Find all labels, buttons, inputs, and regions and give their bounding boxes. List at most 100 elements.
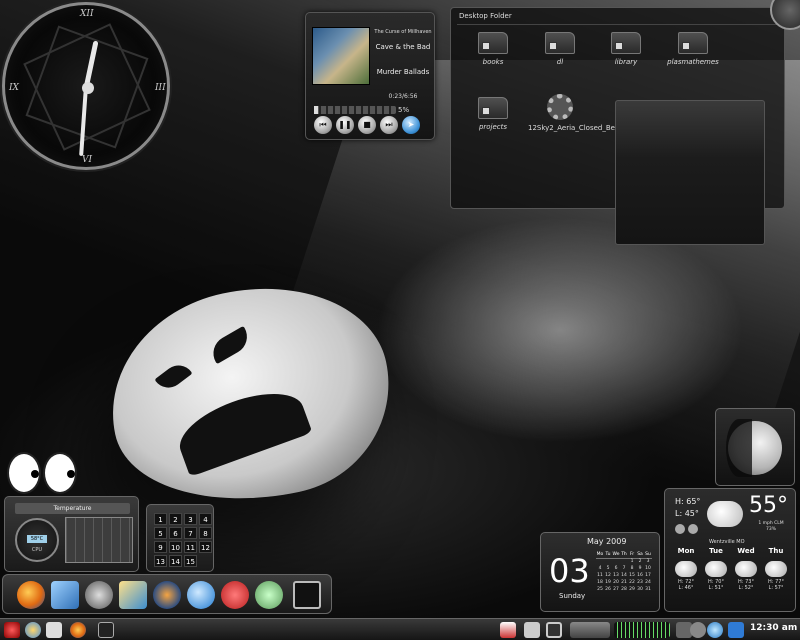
moon-icon (726, 419, 782, 477)
pager-desktop[interactable]: 11 (184, 541, 197, 553)
pager-desktop[interactable]: 5 (154, 527, 167, 539)
calendar-header: Su (644, 551, 652, 559)
partly-cloudy-icon (735, 557, 757, 577)
calendar-date[interactable]: 3 (644, 558, 652, 565)
pager-desktop[interactable]: 7 (184, 527, 197, 539)
mail-icon[interactable] (51, 581, 79, 609)
open-icon[interactable]: ➤ (402, 116, 420, 134)
inkscape-icon[interactable] (85, 581, 113, 609)
calendar-date[interactable]: 6 (612, 565, 620, 572)
pause-icon[interactable]: ❚❚ (336, 116, 354, 134)
pager-desktop[interactable]: 9 (154, 541, 167, 553)
calendar-date[interactable]: 5 (604, 565, 612, 572)
terminal-icon[interactable] (293, 581, 321, 609)
folder-item-label: plasmathemes (667, 58, 719, 66)
gimp-hand-icon[interactable] (255, 581, 283, 609)
kde-menu-icon[interactable] (4, 622, 20, 638)
folder-item-library[interactable]: library (594, 32, 658, 66)
calendar-date[interactable] (612, 558, 620, 565)
home-icon[interactable] (46, 622, 62, 638)
calendar-date[interactable]: 31 (644, 586, 652, 593)
calendar-date[interactable]: 25 (596, 586, 604, 593)
wind-info: 1 mph CLM 73% (751, 521, 791, 533)
calendar-date[interactable]: 12 (604, 572, 612, 579)
folder-title: Desktop Folder (459, 12, 512, 20)
firefox-icon[interactable] (17, 581, 45, 609)
calendar-date[interactable] (596, 558, 604, 565)
taskbar-clock[interactable]: 12:30 am (750, 623, 797, 633)
calendar-date[interactable]: 2 (636, 558, 644, 565)
monitor-icon[interactable] (546, 622, 562, 638)
calendar-date[interactable]: 16 (636, 572, 644, 579)
folder-item-books[interactable]: books (461, 32, 525, 66)
pager-desktop[interactable]: 13 (154, 555, 167, 567)
calendar-date[interactable]: 18 (596, 579, 604, 586)
folder-item-projects[interactable]: projects (461, 97, 525, 131)
calendar-date[interactable]: 29 (628, 586, 636, 593)
drives-icon[interactable] (570, 622, 610, 638)
show-desktop-icon[interactable] (98, 622, 114, 638)
media-icon[interactable] (690, 622, 706, 638)
calendar-date[interactable]: 15 (628, 572, 636, 579)
calendar-date[interactable] (620, 558, 628, 565)
battery-icon[interactable] (707, 622, 723, 638)
clock-numeral-12: XII (80, 9, 94, 19)
pager-desktop[interactable]: 15 (184, 555, 197, 567)
calendar-date[interactable]: 11 (596, 572, 604, 579)
volume-slider[interactable] (314, 106, 396, 114)
calendar-date[interactable]: 10 (644, 565, 652, 572)
desktop-pager: 1 2 3 4 5 6 7 8 9 10 11 12 13 14 15 (146, 504, 214, 572)
calendar-date[interactable]: 20 (612, 579, 620, 586)
media-player-icon[interactable] (187, 581, 215, 609)
previous-icon[interactable]: ⏮ (314, 116, 332, 134)
calendar-date[interactable]: 1 (628, 558, 636, 565)
pager-desktop[interactable]: 12 (199, 541, 212, 553)
display-icon[interactable] (728, 622, 744, 638)
calendar-date[interactable]: 22 (628, 579, 636, 586)
folder-icon (678, 32, 708, 54)
calendar-date[interactable]: 30 (636, 586, 644, 593)
calendar-date[interactable]: 8 (628, 565, 636, 572)
calendar-date[interactable]: 7 (620, 565, 628, 572)
calendar-date[interactable]: 17 (644, 572, 652, 579)
pager-desktop[interactable]: 6 (169, 527, 182, 539)
temperature-graph (65, 517, 133, 563)
calendar-date[interactable]: 21 (620, 579, 628, 586)
cpu-graph-icon[interactable] (614, 622, 670, 638)
pager-desktop[interactable]: 8 (199, 527, 212, 539)
flower-icon[interactable] (25, 622, 41, 638)
pager-desktop[interactable]: 3 (184, 513, 197, 525)
calendar-date[interactable]: 14 (620, 572, 628, 579)
pager-desktop[interactable]: 2 (169, 513, 182, 525)
calendar-date[interactable] (604, 558, 612, 565)
calendar-date[interactable]: 24 (644, 579, 652, 586)
calendar-date[interactable]: 4 (596, 565, 604, 572)
firefox-icon[interactable] (70, 622, 86, 638)
pager-desktop[interactable]: 4 (199, 513, 212, 525)
calendar-date[interactable]: 23 (636, 579, 644, 586)
folder-item-plasmathemes[interactable]: plasmathemes (661, 32, 725, 66)
folder-item-dl[interactable]: dl (528, 32, 592, 66)
pager-desktop[interactable]: 10 (169, 541, 182, 553)
forecast-day-name: Mon (677, 547, 695, 555)
folder-item-12sky2[interactable]: 12Sky2_Aeria_Closed_Be... (528, 94, 622, 132)
calendar-date[interactable]: 13 (612, 572, 620, 579)
partly-cloudy-icon (675, 557, 697, 577)
blender-icon[interactable] (153, 581, 181, 609)
application-dock (2, 574, 332, 614)
calendar-date[interactable]: 28 (620, 586, 628, 593)
pager-desktop[interactable]: 14 (169, 555, 182, 567)
next-icon[interactable]: ⏭ (380, 116, 398, 134)
stop-icon[interactable]: ■ (358, 116, 376, 134)
analog-clock-widget[interactable]: XII III VI IX (2, 2, 170, 170)
calendar-date[interactable]: 27 (612, 586, 620, 593)
calendar-date[interactable]: 26 (604, 586, 612, 593)
calculator-icon[interactable] (524, 622, 540, 638)
miro-icon[interactable] (221, 581, 249, 609)
eyes-widget-left (7, 452, 41, 494)
image-viewer-icon[interactable] (119, 581, 147, 609)
calendar-date[interactable]: 9 (636, 565, 644, 572)
network-icon[interactable] (500, 622, 516, 638)
pager-desktop[interactable]: 1 (154, 513, 167, 525)
calendar-date[interactable]: 19 (604, 579, 612, 586)
